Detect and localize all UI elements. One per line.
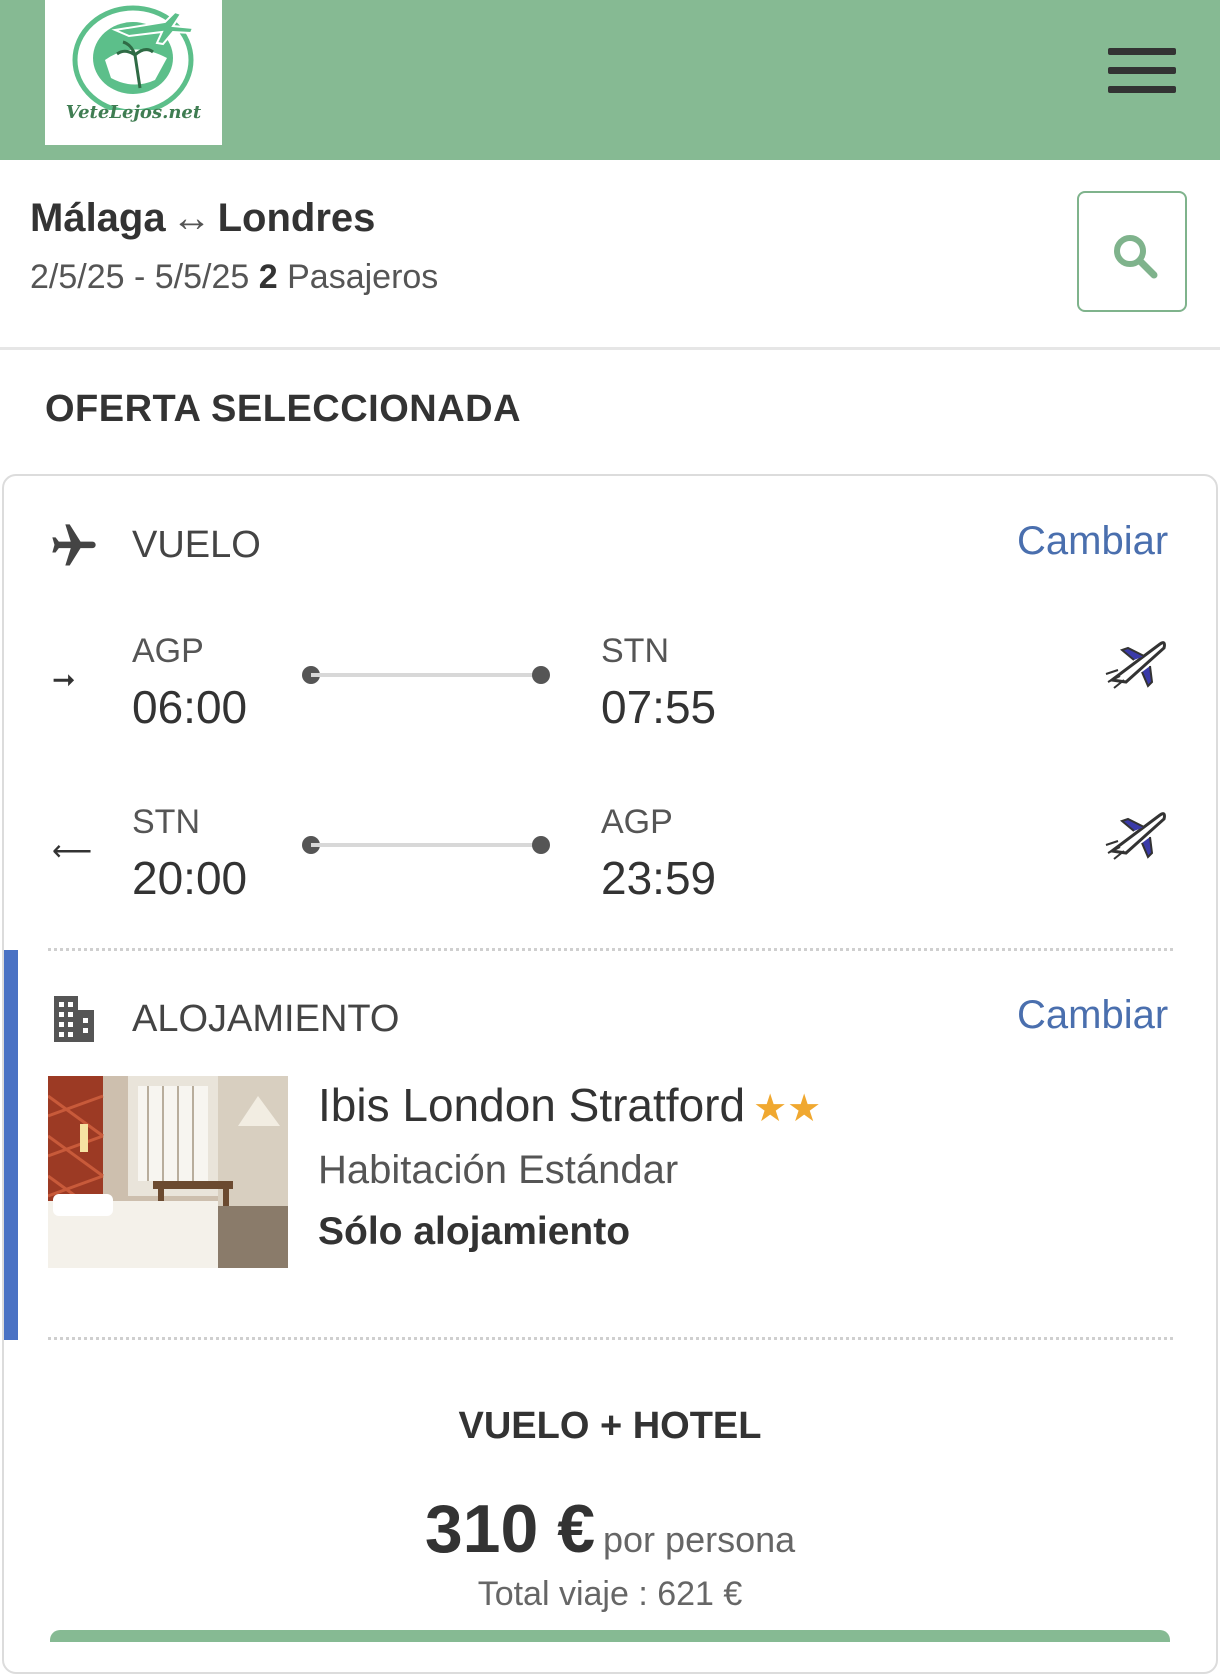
change-flight-link[interactable]: Cambiar [1017,519,1168,564]
price-per-person-label: por persona [603,1519,796,1560]
leg1-departure-time: 06:00 [132,681,248,733]
leg1-end-dot [532,666,550,684]
star-icon: ★ [787,1088,822,1130]
leg2-origin-code: STN [132,803,200,841]
price-per-person: 310 € por persona [0,1490,1220,1568]
room-type: Habitación Estándar [318,1148,679,1192]
search-icon [1114,235,1158,279]
hotel-name[interactable]: Ibis London Stratford ★★ [318,1078,821,1132]
leg2-departure-time: 20:00 [132,852,248,904]
route-title: Málaga ↔ Londres [30,196,375,241]
price-amount: 310 € [424,1491,596,1567]
hotel-photo[interactable] [48,1076,288,1268]
hotel-stars-rating: ★★ [753,1088,821,1130]
trip-details: 2/5/25 - 5/5/25 2 Pasajeros [30,258,438,297]
arrow-right-icon: ➞ [52,664,76,695]
hotel-name-text: Ibis London Stratford [318,1079,746,1131]
plane-icon [52,524,96,566]
airline-plane-icon[interactable] [1104,634,1168,690]
leg1-arrival-time: 07:55 [601,681,717,733]
logo-text: VeteLejos.net [65,102,202,123]
accommodation-accent-bar [4,950,18,1340]
logo-emblem-icon [72,5,195,110]
flight-label: VUELO [132,524,261,566]
hamburger-menu-icon[interactable] [1108,48,1176,94]
leg2-track [311,843,541,847]
destination-city: Londres [217,196,376,240]
building-icon [54,996,94,1042]
total-price: Total viaje : 621 € [477,1575,743,1613]
leg2-destination-code: AGP [601,803,673,841]
roundtrip-arrow-icon: ↔ [171,196,212,240]
origin-city: Málaga [30,196,166,240]
leg1-track [311,673,541,677]
board-type: Sólo alojamiento [318,1210,631,1253]
leg2-end-dot [532,836,550,854]
arrow-left-icon: ⟵ [52,835,93,866]
search-summary[interactable] [0,160,1220,350]
star-icon: ★ [753,1088,788,1130]
leg1-destination-code: STN [601,632,669,670]
airline-plane-icon[interactable] [1104,805,1168,861]
package-label: VUELO + HOTEL [458,1405,762,1447]
section-divider [48,1337,1173,1340]
leg1-origin-code: AGP [132,632,204,670]
section-divider [48,948,1173,951]
search-button[interactable] [1077,191,1187,312]
trip-dates: 2/5/25 - 5/5/25 [30,258,250,296]
site-logo[interactable]: VeteLejos.net [45,0,222,145]
change-accommodation-link[interactable]: Cambiar [1017,993,1168,1038]
leg2-arrival-time: 23:59 [601,852,717,904]
accommodation-label: ALOJAMIENTO [132,998,400,1040]
passengers-count: 2 [258,258,278,296]
app-header: VeteLejos.net [0,0,1220,160]
section-title: OFERTA SELECCIONADA [45,388,522,430]
continue-button-edge[interactable] [50,1630,1170,1642]
passengers-label: Pasajeros [287,258,439,296]
